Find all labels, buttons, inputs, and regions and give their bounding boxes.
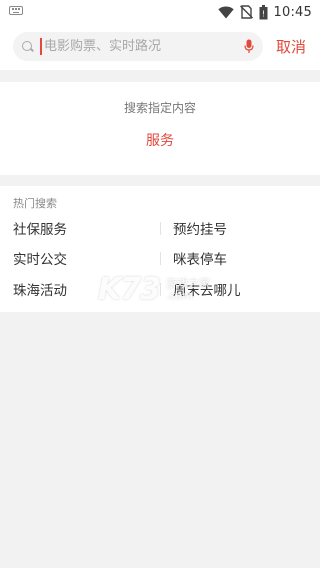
wifi-icon — [217, 6, 234, 18]
mic-icon[interactable] — [244, 39, 254, 54]
hot-search-item[interactable]: 珠海活动 — [13, 279, 67, 299]
search-box[interactable] — [13, 32, 263, 61]
search-bar: 取消 — [0, 24, 320, 70]
search-icon — [22, 41, 32, 51]
status-bar: ! 10:45 — [0, 0, 320, 24]
scope-title: 搜索指定内容 — [123, 101, 196, 115]
column-divider — [160, 222, 161, 235]
hot-search-item[interactable]: 预约挂号 — [173, 218, 227, 238]
text-caret — [40, 38, 42, 55]
cancel-button[interactable]: 取消 — [276, 36, 306, 57]
hot-search-title: 热门搜索 — [13, 197, 57, 210]
search-input[interactable] — [44, 32, 234, 61]
scope-option-service[interactable]: 服务 — [0, 130, 320, 150]
status-icons: ! 10:45 — [217, 3, 312, 21]
svg-text:!: ! — [261, 9, 264, 18]
status-time: 10:45 — [273, 4, 312, 20]
hot-search-item[interactable]: 周末去哪儿 — [173, 279, 241, 299]
column-divider — [160, 252, 161, 265]
battery-icon: ! — [259, 4, 268, 19]
column-divider — [160, 283, 161, 296]
keyboard-icon — [9, 6, 23, 15]
search-scope-section: 搜索指定内容 服务 — [0, 82, 320, 175]
hot-search-item[interactable]: 社保服务 — [13, 218, 67, 238]
hot-search-section: 热门搜索 社保服务 预约挂号 实时公交 咪表停车 珠海活动 周末去哪儿 — [0, 186, 320, 312]
no-sim-icon — [239, 5, 253, 19]
hot-search-item[interactable]: 咪表停车 — [173, 248, 227, 268]
hot-search-item[interactable]: 实时公交 — [13, 248, 67, 268]
